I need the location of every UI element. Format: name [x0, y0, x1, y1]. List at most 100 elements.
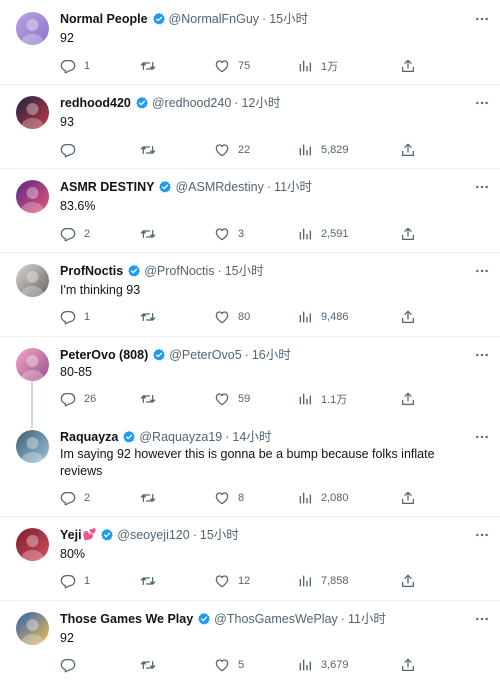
reply-count: 26 [84, 393, 97, 405]
separator-dot: · [262, 12, 267, 26]
display-name[interactable]: Yeji [60, 526, 82, 544]
retweet-button[interactable] [140, 573, 164, 589]
views-button[interactable]: 9,486 [297, 309, 349, 325]
display-name[interactable]: Those Games We Play [60, 610, 193, 628]
tweet-actions: 22 5,829 [60, 142, 430, 158]
user-handle[interactable]: @ProfNoctis [144, 262, 214, 280]
share-icon [400, 391, 416, 407]
display-name[interactable]: ProfNoctis [60, 262, 123, 280]
more-options-icon[interactable] [474, 263, 490, 279]
reply-button[interactable]: 2 [60, 226, 90, 242]
like-count: 75 [238, 60, 251, 72]
share-button[interactable] [400, 391, 416, 407]
reply-icon [60, 309, 76, 325]
view-count: 5,829 [321, 144, 349, 156]
more-options-icon[interactable] [474, 611, 490, 627]
like-button[interactable]: 3 [214, 226, 244, 242]
reply-count: 2 [84, 492, 91, 504]
avatar[interactable] [16, 180, 49, 213]
views-button[interactable]: 2,591 [297, 226, 349, 242]
more-options-icon[interactable] [474, 95, 490, 111]
user-handle[interactable]: @PeterOvo5 [169, 346, 241, 364]
reply-button[interactable]: 1 [60, 58, 90, 74]
reply-button[interactable]: 1 [60, 573, 90, 589]
timestamp[interactable]: 14小时 [232, 428, 271, 446]
verified-badge-icon [152, 12, 166, 26]
share-button[interactable] [400, 309, 416, 325]
like-button[interactable]: 12 [214, 573, 250, 589]
reply-button[interactable]: 26 [60, 391, 96, 407]
display-name[interactable]: Raquayza [60, 428, 118, 446]
display-name[interactable]: redhood420 [60, 94, 131, 112]
view-count: 1万 [321, 61, 339, 73]
retweet-button[interactable] [140, 226, 164, 242]
timestamp[interactable]: 15小时 [225, 262, 264, 280]
reply-button[interactable]: 2 [60, 490, 90, 506]
display-name[interactable]: Normal People [60, 10, 148, 28]
share-button[interactable] [400, 657, 416, 673]
more-options-icon[interactable] [474, 429, 490, 445]
user-handle[interactable]: @Raquayza19 [139, 428, 222, 446]
more-options-icon[interactable] [474, 527, 490, 543]
views-button[interactable]: 2,080 [297, 490, 349, 506]
share-button[interactable] [400, 58, 416, 74]
tweet-text: I'm thinking 93 [60, 283, 141, 297]
more-options-icon[interactable] [474, 179, 490, 195]
share-button[interactable] [400, 573, 416, 589]
avatar[interactable] [16, 96, 49, 129]
retweet-button[interactable] [140, 309, 164, 325]
verified-badge-icon [127, 264, 141, 278]
heart-icon [214, 657, 230, 673]
tweet-text: 92 [60, 631, 74, 645]
user-handle[interactable]: @ThosGamesWePlay [214, 610, 338, 628]
like-button[interactable]: 59 [214, 391, 250, 407]
reply-button[interactable] [60, 657, 84, 673]
views-button[interactable]: 7,858 [297, 573, 349, 589]
like-button[interactable]: 22 [214, 142, 250, 158]
views-button[interactable]: 1万 [297, 58, 338, 74]
user-handle[interactable]: @redhood240 [152, 94, 231, 112]
like-button[interactable]: 5 [214, 657, 244, 673]
avatar[interactable] [16, 348, 49, 381]
retweet-button[interactable] [140, 391, 164, 407]
tweet-actions: 1 12 7,858 [60, 573, 430, 589]
user-handle[interactable]: @seoyeji120 [117, 526, 189, 544]
views-button[interactable]: 3,679 [297, 657, 349, 673]
like-count: 5 [238, 659, 245, 671]
timestamp[interactable]: 15小时 [200, 526, 239, 544]
display-name[interactable]: ASMR DESTINY [60, 178, 154, 196]
reply-button[interactable] [60, 142, 84, 158]
retweet-button[interactable] [140, 657, 164, 673]
more-options-icon[interactable] [474, 11, 490, 27]
retweet-button[interactable] [140, 142, 164, 158]
like-button[interactable]: 75 [214, 58, 250, 74]
tweet-divider [0, 600, 500, 601]
avatar[interactable] [16, 264, 49, 297]
avatar[interactable] [16, 12, 49, 45]
reply-button[interactable]: 1 [60, 309, 90, 325]
timestamp[interactable]: 11小时 [348, 610, 386, 628]
avatar[interactable] [16, 612, 49, 645]
more-options-icon[interactable] [474, 347, 490, 363]
share-button[interactable] [400, 490, 416, 506]
share-button[interactable] [400, 142, 416, 158]
tweet-header: PeterOvo (808) @PeterOvo5 · 16小时 [60, 346, 291, 364]
share-button[interactable] [400, 226, 416, 242]
timestamp[interactable]: 15小时 [269, 10, 308, 28]
like-button[interactable]: 8 [214, 490, 244, 506]
avatar[interactable] [16, 528, 49, 561]
timestamp[interactable]: 16小时 [252, 346, 291, 364]
heart-icon [214, 573, 230, 589]
retweet-button[interactable] [140, 58, 164, 74]
timestamp[interactable]: 11小时 [274, 178, 312, 196]
display-name[interactable]: PeterOvo (808) [60, 346, 148, 364]
timestamp[interactable]: 12小时 [241, 94, 280, 112]
views-button[interactable]: 5,829 [297, 142, 349, 158]
user-handle[interactable]: @ASMRdestiny [175, 178, 263, 196]
tweet-header: ProfNoctis @ProfNoctis · 15小时 [60, 262, 264, 280]
views-button[interactable]: 1.1万 [297, 391, 347, 407]
avatar[interactable] [16, 430, 49, 463]
user-handle[interactable]: @NormalFnGuy [169, 10, 260, 28]
like-button[interactable]: 80 [214, 309, 250, 325]
retweet-button[interactable] [140, 490, 164, 506]
